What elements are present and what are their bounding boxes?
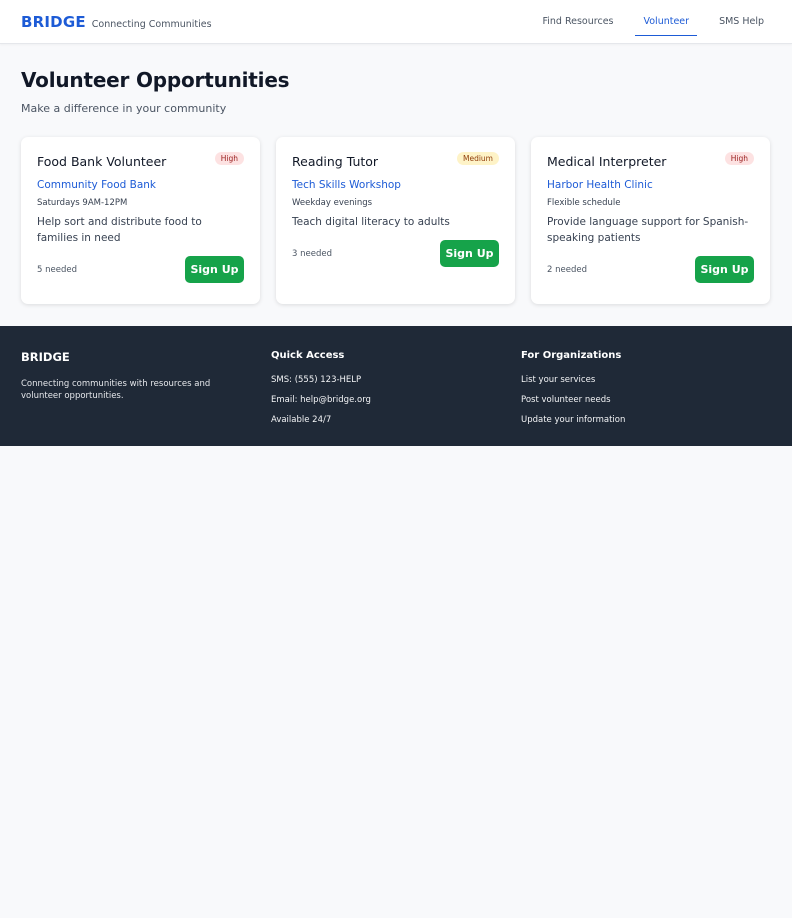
opportunity-description: Help sort and distribute food to familie… <box>37 216 202 244</box>
footer-organizations: For Organizations List your services Pos… <box>521 350 771 446</box>
priority-badge: High <box>724 152 754 165</box>
logo[interactable]: BRIDGE <box>21 13 86 31</box>
opportunity-description: Teach digital literacy to adults <box>292 216 450 228</box>
quick-access-heading: Quick Access <box>271 350 345 361</box>
organization-link[interactable]: Community Food Bank <box>37 179 244 191</box>
priority-badge: Medium <box>457 152 499 165</box>
sign-up-button[interactable]: Sign Up <box>440 240 499 267</box>
organization-link[interactable]: Tech Skills Workshop <box>292 179 499 191</box>
brand: BRIDGE Connecting Communities <box>21 13 212 31</box>
volunteers-needed: 5 needed <box>37 264 77 275</box>
availability-note: Available 24/7 <box>271 415 332 425</box>
footer-about: BRIDGE Connecting communities with resou… <box>21 350 271 446</box>
page-subtitle: Make a difference in your community <box>21 102 227 115</box>
volunteers-needed: 3 needed <box>292 248 332 259</box>
nav-volunteer[interactable]: Volunteer <box>635 8 698 36</box>
priority-badge: High <box>214 152 244 165</box>
sms-contact[interactable]: SMS: (555) 123-HELP <box>271 375 521 385</box>
main-content: Volunteer Opportunities Make a differenc… <box>0 68 792 304</box>
main-nav: Find Resources Volunteer SMS Help <box>520 0 772 44</box>
footer-description: Connecting communities with resources an… <box>21 379 211 401</box>
list-services-link[interactable]: List your services <box>521 375 771 385</box>
tagline: Connecting Communities <box>91 18 212 30</box>
organizations-heading: For Organizations <box>521 350 622 361</box>
opportunity-card: Food Bank Volunteer High Community Food … <box>21 137 260 304</box>
opportunity-title: Medical Interpreter <box>547 154 667 169</box>
opportunity-card: Reading Tutor Medium Tech Skills Worksho… <box>276 137 515 304</box>
organization-link[interactable]: Harbor Health Clinic <box>547 179 754 191</box>
site-header: BRIDGE Connecting Communities Find Resou… <box>0 0 792 44</box>
sign-up-button[interactable]: Sign Up <box>695 256 754 283</box>
volunteers-needed: 2 needed <box>547 264 587 275</box>
page-title: Volunteer Opportunities <box>21 68 290 92</box>
opportunity-title: Food Bank Volunteer <box>37 154 167 169</box>
footer-brand: BRIDGE <box>21 350 70 364</box>
schedule: Saturdays 9AM-12PM <box>37 198 128 208</box>
opportunity-description: Provide language support for Spanish-spe… <box>547 216 749 244</box>
email-contact[interactable]: Email: help@bridge.org <box>271 395 521 405</box>
opportunity-title: Reading Tutor <box>292 154 379 169</box>
nav-sms-help[interactable]: SMS Help <box>711 8 772 36</box>
schedule: Flexible schedule <box>547 198 621 208</box>
opportunity-card: Medical Interpreter High Harbor Health C… <box>531 137 770 304</box>
opportunity-list: Food Bank Volunteer High Community Food … <box>21 137 771 304</box>
update-information-link[interactable]: Update your information <box>521 415 771 425</box>
sign-up-button[interactable]: Sign Up <box>185 256 244 283</box>
schedule: Weekday evenings <box>292 198 373 208</box>
nav-find-resources[interactable]: Find Resources <box>534 8 621 36</box>
post-volunteer-needs-link[interactable]: Post volunteer needs <box>521 395 771 405</box>
footer-quick-access: Quick Access SMS: (555) 123-HELP Email: … <box>271 350 521 446</box>
site-footer: BRIDGE Connecting communities with resou… <box>0 326 792 446</box>
